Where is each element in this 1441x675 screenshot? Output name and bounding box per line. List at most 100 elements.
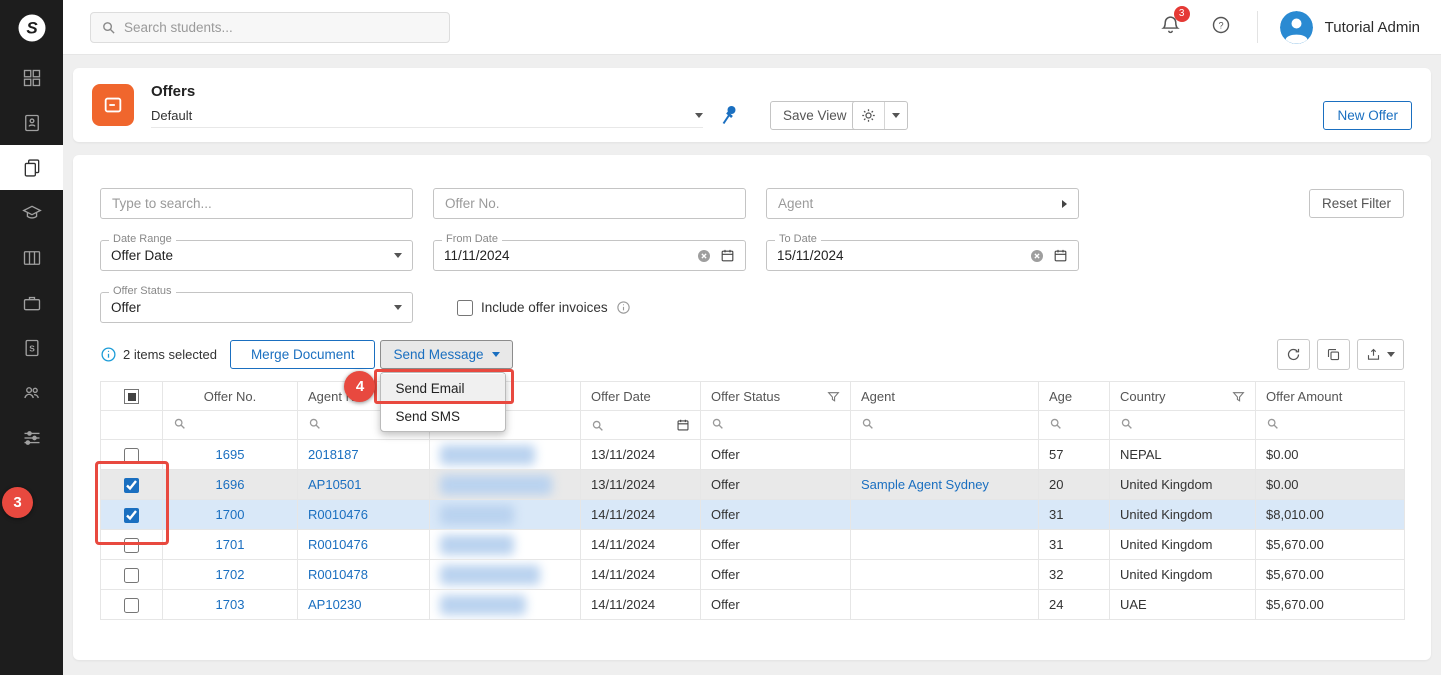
sidebar-item-reports[interactable] — [0, 235, 63, 280]
country-column-filter[interactable] — [1110, 411, 1256, 440]
svg-text:S: S — [29, 343, 35, 353]
calendar-icon[interactable] — [676, 418, 690, 432]
copy-button[interactable] — [1317, 339, 1350, 370]
offer-no-column-filter[interactable] — [163, 411, 298, 440]
row-checkbox[interactable] — [124, 598, 139, 613]
offer-no-link[interactable]: 1703 — [216, 597, 245, 612]
select-all-checkbox[interactable] — [124, 389, 139, 404]
agent-no-link[interactable]: R0010476 — [308, 537, 368, 552]
open-calendar-button[interactable] — [1053, 248, 1068, 263]
offer-status-cell: Offer — [701, 440, 851, 470]
col-offer-no[interactable]: Offer No. — [163, 382, 298, 411]
offer-date-column-filter[interactable] — [581, 411, 701, 440]
row-checkbox[interactable] — [124, 538, 139, 553]
agent-no-link[interactable]: AP10501 — [308, 477, 362, 492]
merge-document-button[interactable]: Merge Document — [230, 340, 376, 369]
from-date-field[interactable]: From Date 11/11/2024 — [433, 240, 746, 271]
filter-icon[interactable] — [1232, 390, 1245, 403]
row-checkbox[interactable] — [124, 508, 139, 523]
sidebar-item-settings[interactable] — [0, 415, 63, 460]
agent-no-link[interactable]: 2018187 — [308, 447, 359, 462]
blurred-name — [440, 445, 535, 465]
menu-item-send-email[interactable]: Send Email — [381, 374, 505, 402]
sidebar-item-offers[interactable] — [0, 145, 63, 190]
col-offer-amount[interactable]: Offer Amount — [1256, 382, 1405, 411]
col-country[interactable]: Country — [1110, 382, 1256, 411]
agent-no-link[interactable]: AP10230 — [308, 597, 362, 612]
agent-link[interactable]: Sample Agent Sydney — [861, 477, 989, 492]
chevron-down-icon — [394, 305, 402, 310]
col-offer-date[interactable]: Offer Date — [581, 382, 701, 411]
age-column-filter[interactable] — [1039, 411, 1110, 440]
topbar-divider — [1257, 11, 1258, 43]
offer-amount-cell: $5,670.00 — [1256, 560, 1405, 590]
row-checkbox[interactable] — [124, 568, 139, 583]
menu-item-send-sms[interactable]: Send SMS — [381, 402, 505, 430]
sidebar-item-invoices[interactable]: S — [0, 325, 63, 370]
to-date-field[interactable]: To Date 15/11/2024 — [766, 240, 1079, 271]
refresh-button[interactable] — [1277, 339, 1310, 370]
to-date-label: To Date — [775, 233, 821, 245]
table-row[interactable]: 1701R001047614/11/2024Offer31United King… — [101, 530, 1405, 560]
save-view-button[interactable]: Save View — [770, 101, 860, 130]
global-search-input[interactable] — [100, 188, 413, 219]
agent-filter-select[interactable]: Agent — [766, 188, 1079, 219]
sidebar-item-courses[interactable] — [0, 190, 63, 235]
avatar[interactable] — [1280, 11, 1313, 44]
offer-no-link[interactable]: 1701 — [216, 537, 245, 552]
pin-view-button[interactable] — [721, 105, 737, 130]
offer-no-input[interactable] — [433, 188, 746, 219]
offer-no-link[interactable]: 1696 — [216, 477, 245, 492]
table-row[interactable]: 1696AP1050113/11/2024OfferSample Agent S… — [101, 470, 1405, 500]
open-calendar-button[interactable] — [720, 248, 735, 263]
notification-badge: 3 — [1174, 6, 1190, 22]
date-range-select[interactable]: Date Range Offer Date — [100, 240, 413, 271]
agent-no-link[interactable]: R0010476 — [308, 507, 368, 522]
graduation-cap-icon — [22, 203, 42, 223]
agent-column-filter[interactable] — [851, 411, 1039, 440]
sidebar-item-contacts[interactable] — [0, 100, 63, 145]
table-row[interactable]: 1700R001047614/11/2024Offer31United King… — [101, 500, 1405, 530]
search-input[interactable] — [124, 20, 439, 35]
offer-no-link[interactable]: 1702 — [216, 567, 245, 582]
export-button[interactable] — [1357, 339, 1404, 370]
row-checkbox[interactable] — [124, 478, 139, 493]
offer-date-cell: 14/11/2024 — [581, 500, 701, 530]
offer-amount-column-filter[interactable] — [1256, 411, 1405, 440]
col-agent[interactable]: Agent — [851, 382, 1039, 411]
offer-no-link[interactable]: 1695 — [216, 447, 245, 462]
student-search[interactable] — [90, 12, 450, 43]
col-offer-status[interactable]: Offer Status — [701, 382, 851, 411]
view-selector[interactable]: Default — [151, 104, 703, 128]
app-logo[interactable]: S — [0, 0, 63, 55]
table-row[interactable]: 1703AP1023014/11/2024Offer24UAE$5,670.00 — [101, 590, 1405, 620]
new-offer-button[interactable]: New Offer — [1323, 101, 1412, 130]
send-message-button[interactable]: Send Message — [380, 340, 512, 369]
table-row[interactable]: 1695201818713/11/2024Offer57NEPAL$0.00 — [101, 440, 1405, 470]
view-settings-button[interactable] — [852, 101, 908, 130]
offer-status-column-filter[interactable] — [701, 411, 851, 440]
user-name[interactable]: Tutorial Admin — [1325, 19, 1420, 36]
notifications-button[interactable]: 3 — [1160, 14, 1181, 41]
clear-date-button[interactable] — [1029, 248, 1045, 264]
invoice-icon: S — [22, 338, 42, 358]
agent-cell: Sample Agent Sydney — [851, 470, 1039, 500]
agent-no-cell: 2018187 — [298, 440, 430, 470]
table-row[interactable]: 1702R001047814/11/2024Offer32United King… — [101, 560, 1405, 590]
include-invoices-checkbox[interactable] — [457, 300, 473, 316]
col-age[interactable]: Age — [1039, 382, 1110, 411]
sidebar-item-agents[interactable] — [0, 370, 63, 415]
agent-no-link[interactable]: R0010478 — [308, 567, 368, 582]
sidebar-item-dashboard[interactable] — [0, 55, 63, 100]
filter-icon[interactable] — [827, 390, 840, 403]
main-content: Offers Default Save View New Offer — [63, 55, 1441, 675]
offer-no-link[interactable]: 1700 — [216, 507, 245, 522]
help-button[interactable]: ? — [1211, 15, 1231, 40]
clear-date-button[interactable] — [696, 248, 712, 264]
sidebar-item-services[interactable] — [0, 280, 63, 325]
row-checkbox[interactable] — [124, 448, 139, 463]
offer-status-select[interactable]: Offer Status Offer — [100, 292, 413, 323]
reset-filter-button[interactable]: Reset Filter — [1309, 189, 1404, 218]
people-icon — [22, 383, 42, 403]
agent-cell — [851, 500, 1039, 530]
